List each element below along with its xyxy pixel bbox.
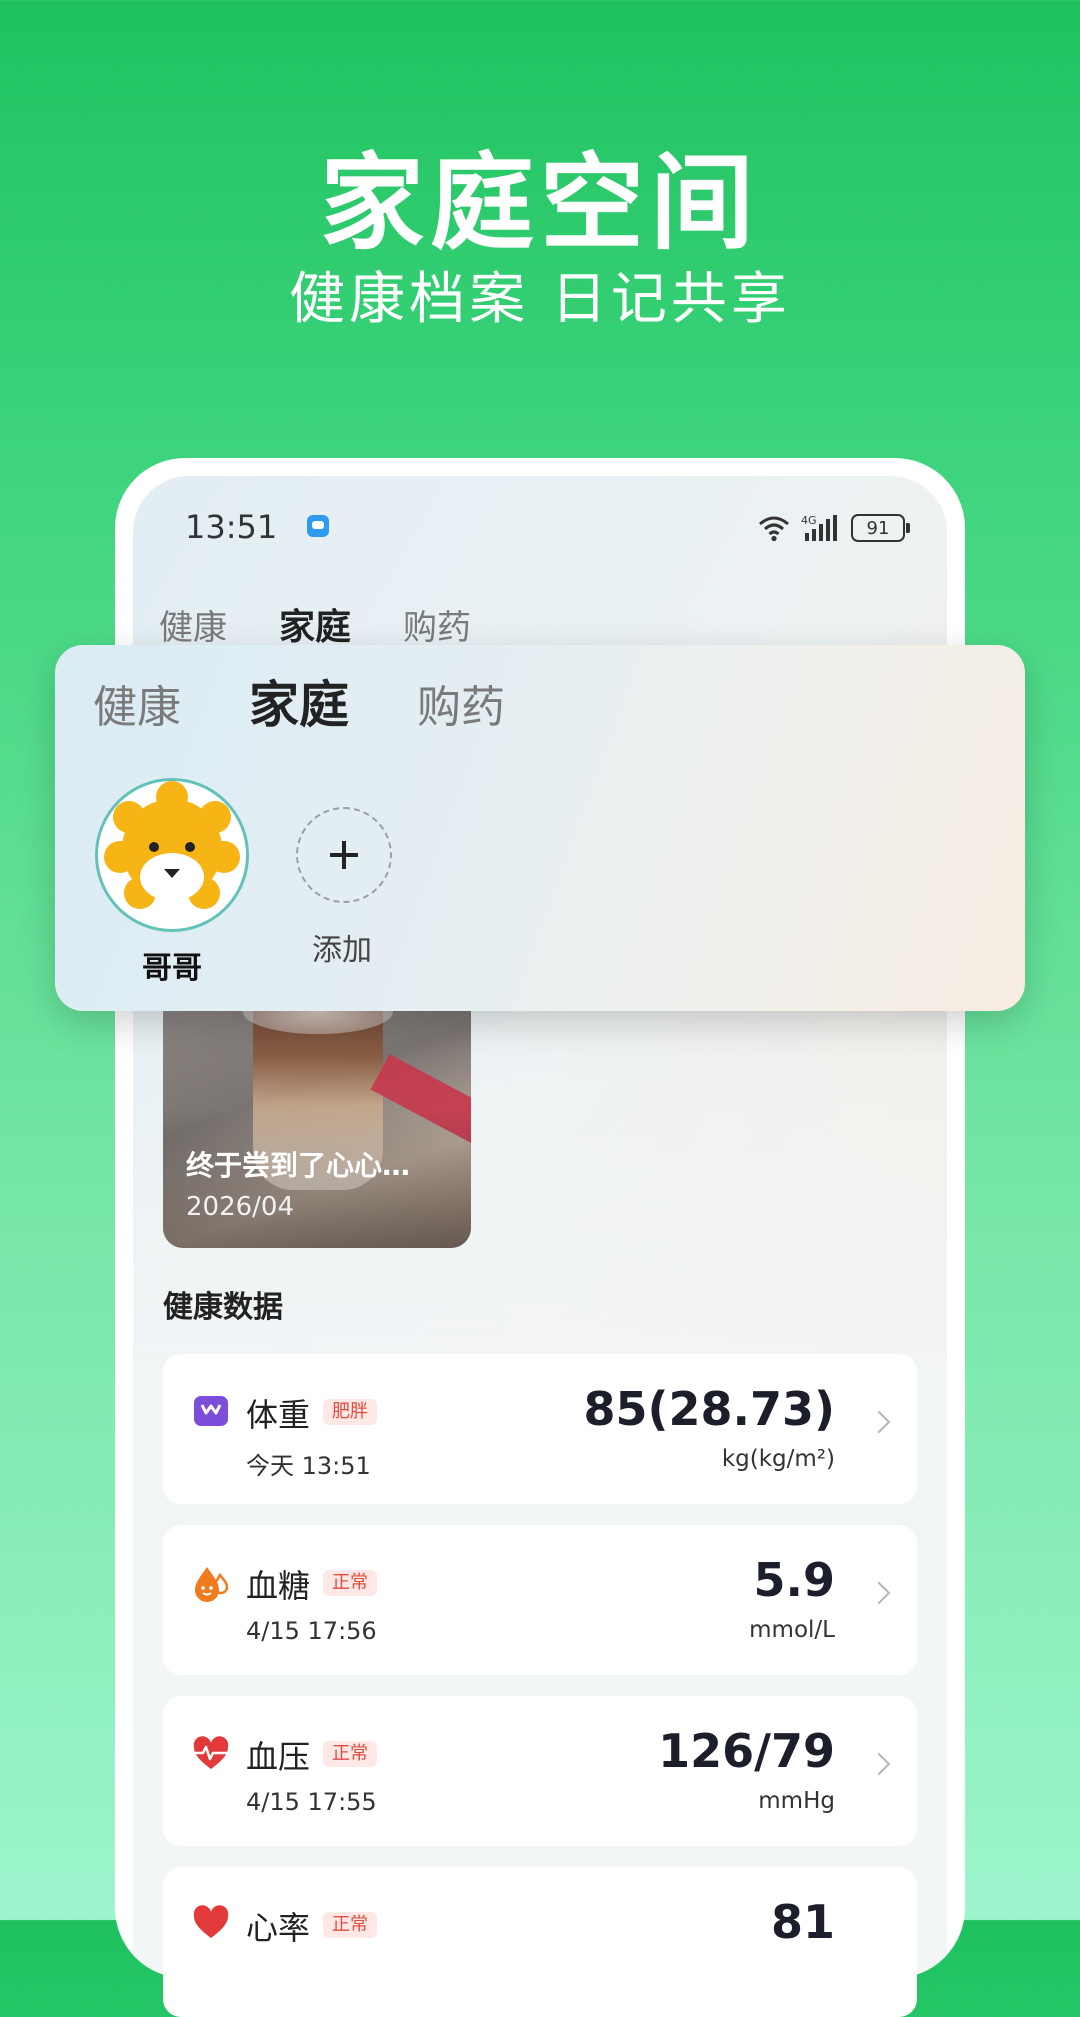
- health-item-time: 4/15 17:56: [246, 1617, 377, 1645]
- popup-tab-pharmacy[interactable]: 购药: [417, 671, 505, 735]
- health-item-name: 血压: [246, 1738, 311, 1776]
- add-member-label: 添加: [312, 933, 372, 968]
- chevron-right-icon: [867, 1581, 891, 1605]
- blood-drop-icon: [195, 1567, 229, 1602]
- wifi-icon: [759, 516, 789, 542]
- status-time: 13:51: [185, 508, 278, 546]
- chevron-right-icon: [867, 1410, 891, 1434]
- health-item-unit: kg(kg/m²): [721, 1446, 835, 1472]
- health-item-name: 心率: [246, 1909, 311, 1947]
- health-card-blood-sugar[interactable]: 血糖 正常 4/15 17:56 5.9 mmol/L: [163, 1525, 917, 1675]
- status-badge: 正常: [323, 1912, 377, 1938]
- popup-tab-bar: 健康 家庭 购药: [93, 665, 505, 737]
- network-type-label: 4G: [801, 514, 817, 527]
- member-avatar[interactable]: [95, 778, 249, 932]
- lion-mascot-icon: [98, 781, 246, 929]
- health-item-time: 今天 13:51: [246, 1452, 371, 1480]
- health-card-weight[interactable]: 体重 肥胖 今天 13:51 85(28.73) kg(kg/m²): [163, 1354, 917, 1504]
- health-item-value: 85(28.73): [583, 1382, 835, 1436]
- diary-title: 终于尝到了心心…: [186, 1149, 411, 1182]
- health-item-value: 126/79: [658, 1724, 835, 1778]
- hero-title: 家庭空间: [319, 142, 760, 264]
- health-item-value: 81: [770, 1895, 835, 1949]
- family-popup-card: 健康 家庭 购药 哥哥 添加: [55, 645, 1025, 1011]
- cellular-signal-icon: 4G: [801, 514, 837, 541]
- tab-pharmacy[interactable]: 购药: [403, 600, 471, 649]
- background-tab-bar: 健康 家庭 购药: [159, 598, 471, 650]
- health-item-unit: mmol/L: [749, 1617, 835, 1643]
- scale-icon: [194, 1396, 228, 1426]
- health-data-title: 健康数据: [163, 1290, 283, 1325]
- battery-indicator: 91: [851, 514, 910, 542]
- message-notification-icon: [307, 515, 329, 537]
- health-card-blood-pressure[interactable]: 血压 正常 4/15 17:55 126/79 mmHg: [163, 1696, 917, 1846]
- plus-icon: [330, 841, 358, 869]
- health-item-unit: mmHg: [758, 1788, 835, 1814]
- diary-card[interactable]: 终于尝到了心心… 2026/04: [163, 990, 471, 1248]
- tab-health[interactable]: 健康: [159, 600, 227, 649]
- health-item-name: 血糖: [246, 1567, 311, 1605]
- chevron-right-icon: [867, 1752, 891, 1776]
- diary-date: 2026/04: [186, 1192, 295, 1222]
- tab-family[interactable]: 家庭: [279, 598, 351, 650]
- popup-tab-family[interactable]: 家庭: [249, 665, 349, 737]
- heart-icon: [193, 1905, 229, 1938]
- health-card-heart-rate[interactable]: 心率 正常 81: [163, 1867, 917, 2017]
- status-badge: 正常: [323, 1570, 377, 1596]
- health-item-name: 体重: [246, 1396, 311, 1434]
- status-badge: 肥胖: [323, 1399, 377, 1425]
- member-name: 哥哥: [142, 951, 202, 986]
- heart-pulse-icon: [193, 1736, 229, 1769]
- add-member-button[interactable]: [296, 807, 392, 903]
- popup-tab-health[interactable]: 健康: [93, 671, 181, 735]
- status-badge: 正常: [323, 1741, 377, 1767]
- hero-subtitle: 健康档案 日记共享: [289, 267, 791, 332]
- status-bar: 13:51 4G 91: [175, 508, 910, 548]
- health-item-time: 4/15 17:55: [246, 1788, 377, 1816]
- health-item-value: 5.9: [753, 1553, 836, 1607]
